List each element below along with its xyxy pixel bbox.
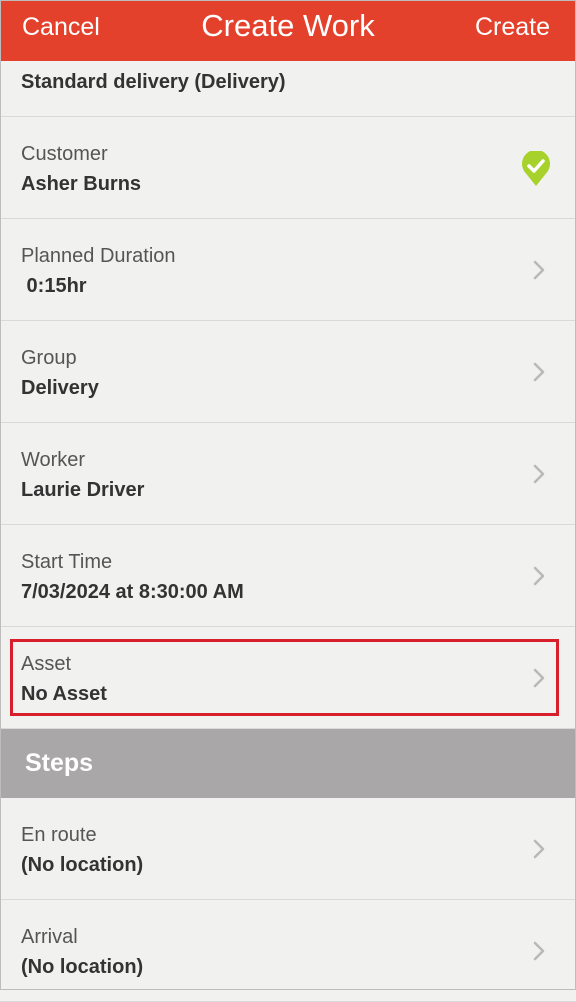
- chevron-right-icon: [533, 362, 545, 382]
- template-value: Standard delivery (Delivery): [21, 71, 286, 93]
- row-customer[interactable]: Customer Asher Burns: [0, 117, 576, 219]
- worker-value: Laurie Driver: [21, 479, 145, 501]
- planned-duration-label: Planned Duration: [21, 245, 176, 267]
- start-time-value: 7/03/2024 at 8:30:00 AM: [21, 581, 244, 603]
- start-time-label: Start Time: [21, 551, 113, 573]
- customer-label: Customer: [21, 143, 108, 165]
- chevron-right-icon: [533, 464, 545, 484]
- row-template[interactable]: Standard delivery (Delivery): [0, 61, 576, 117]
- row-worker[interactable]: Worker Laurie Driver: [0, 423, 576, 525]
- group-value: Delivery: [21, 377, 99, 399]
- create-button[interactable]: Create: [475, 13, 550, 42]
- en-route-label: En route: [21, 824, 97, 846]
- row-step-arrival[interactable]: Arrival (No location): [0, 900, 576, 1002]
- row-planned-duration[interactable]: Planned Duration 0:15hr: [0, 219, 576, 321]
- chevron-right-icon: [533, 566, 545, 586]
- chevron-right-icon: [533, 260, 545, 280]
- group-label: Group: [21, 347, 77, 369]
- planned-duration-value: 0:15hr: [21, 275, 87, 297]
- chevron-right-icon: [533, 941, 545, 961]
- steps-section-header: Steps: [0, 729, 576, 798]
- work-form: Standard delivery (Delivery) Customer As…: [0, 61, 576, 1002]
- verified-location-icon: [522, 151, 550, 186]
- steps-title: Steps: [25, 749, 94, 777]
- nav-bar: Cancel Create Work Create: [0, 0, 576, 61]
- row-group[interactable]: Group Delivery: [0, 321, 576, 423]
- arrival-value: (No location): [21, 956, 144, 978]
- arrival-label: Arrival: [21, 926, 78, 948]
- row-step-en-route[interactable]: En route (No location): [0, 798, 576, 900]
- worker-label: Worker: [21, 449, 86, 471]
- customer-value: Asher Burns: [21, 173, 142, 195]
- chevron-right-icon: [533, 839, 545, 859]
- asset-highlight-box: [10, 639, 559, 716]
- en-route-value: (No location): [21, 854, 144, 876]
- row-start-time[interactable]: Start Time 7/03/2024 at 8:30:00 AM: [0, 525, 576, 627]
